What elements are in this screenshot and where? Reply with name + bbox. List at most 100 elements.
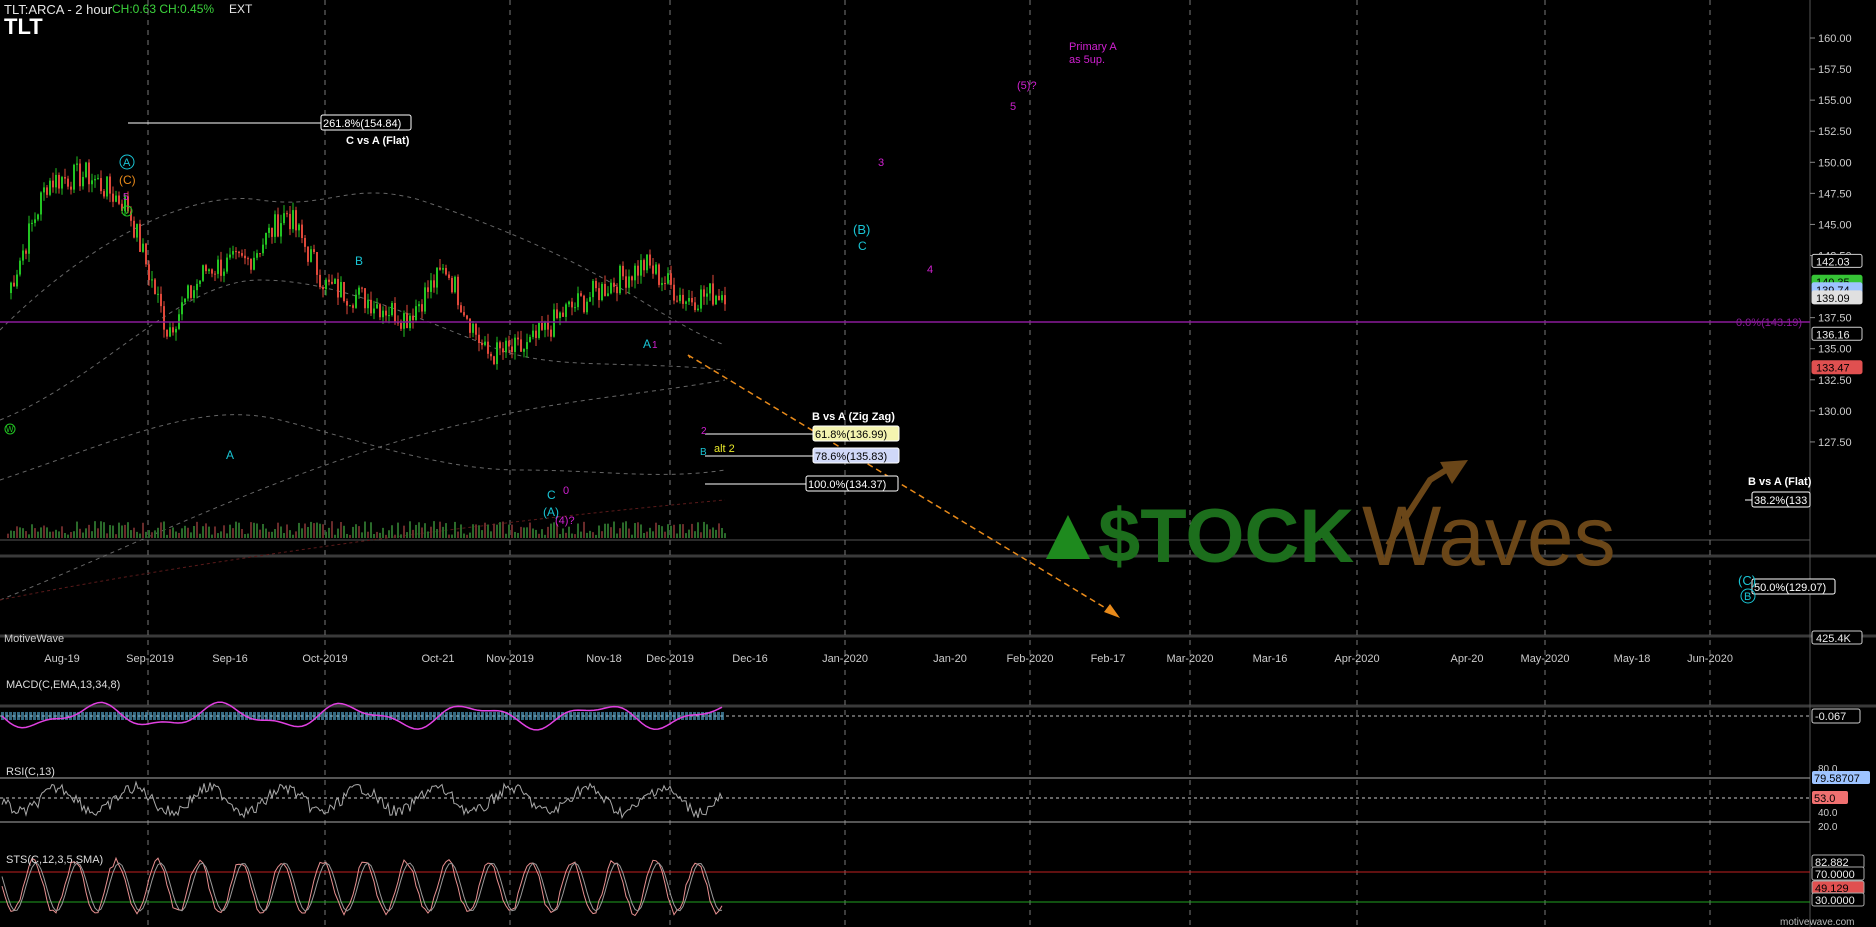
candle-body: [145, 243, 147, 265]
c-vs-a-label: C vs A (Flat): [346, 135, 410, 147]
macd-histogram-bar: [617, 712, 620, 720]
macd-histogram-bar: [485, 712, 488, 720]
candle-body: [232, 251, 234, 255]
candle-body: [256, 253, 258, 258]
price-tick-label: 127.50: [1818, 437, 1852, 449]
macd-histogram-bar: [449, 712, 452, 720]
macd-histogram-bar: [237, 712, 240, 720]
candle-body: [37, 214, 39, 220]
wave-label: C: [547, 488, 556, 502]
wave-label: V: [124, 207, 130, 216]
volume-bar: [334, 534, 336, 538]
volume-bar: [571, 533, 573, 538]
candle-body: [49, 180, 51, 195]
macd-histogram-bar: [9, 712, 12, 720]
candle-body: [202, 265, 204, 281]
candle-body: [451, 277, 453, 293]
fib-786-label: 78.6%(135.83): [815, 451, 887, 463]
macd-histogram-bar: [81, 712, 84, 720]
volume-bar: [424, 523, 426, 538]
volume-bar: [436, 529, 438, 538]
macd-histogram-bar: [609, 712, 612, 720]
volume-bar: [133, 527, 135, 538]
volume-bar: [478, 525, 480, 538]
candle-body: [187, 285, 189, 299]
volume-bar: [520, 526, 522, 538]
primary-a-label-1: Primary A: [1069, 41, 1117, 53]
macd-histogram-bar: [177, 712, 180, 720]
candle-body: [250, 258, 252, 270]
volume-bar: [646, 531, 648, 538]
candle-body: [547, 321, 549, 330]
time-tick-label: Mar-16: [1253, 653, 1288, 665]
macd-histogram-bar: [521, 712, 524, 720]
volume-bar: [667, 524, 669, 538]
volume-bar: [604, 523, 606, 538]
price-chart[interactable]: 160.00 157.50 155.00 152.50 150.00 147.50 145.…: [0, 0, 1876, 927]
volume-bar: [703, 521, 705, 538]
candle-body: [151, 279, 153, 281]
candle-body: [223, 271, 225, 276]
rsi-tick-label: 20.0: [1818, 822, 1838, 833]
volume-bar: [283, 533, 285, 538]
wave-label: 3: [878, 157, 884, 169]
candle-body: [508, 340, 510, 347]
candle-body: [313, 249, 315, 253]
price-tick-label: 155.00: [1818, 95, 1852, 107]
candle-body: [505, 340, 507, 353]
candle-body: [457, 276, 459, 306]
candle-body: [295, 210, 297, 231]
time-tick-label: Sep-2019: [126, 653, 174, 665]
candle-body: [712, 283, 714, 305]
macd-histogram-bar: [525, 712, 528, 720]
volume-bar: [79, 528, 81, 538]
candle-body: [334, 279, 336, 284]
macd-histogram-bar: [613, 712, 616, 720]
time-tick-label: Dec-2019: [646, 653, 694, 665]
volume-bar: [697, 522, 699, 538]
time-tick-label: May-18: [1614, 653, 1651, 665]
candle-body: [607, 293, 609, 296]
macd-histogram-bar: [173, 712, 176, 720]
candle-body: [193, 290, 195, 298]
candle-body: [697, 308, 699, 311]
time-tick-label: Apr-2020: [1334, 653, 1379, 665]
candle-body: [97, 178, 99, 180]
candle-body: [214, 273, 216, 275]
volume-bar: [439, 521, 441, 538]
candle-body: [535, 330, 537, 338]
volume-bar: [541, 529, 543, 538]
candle-body: [358, 287, 360, 295]
macd-histogram-bar: [533, 712, 536, 720]
macd-histogram-bar: [529, 712, 532, 720]
trend-band: [0, 499, 726, 601]
candle-body: [559, 312, 561, 319]
primary-a-label-2: as 5up.: [1069, 54, 1105, 66]
macd-histogram-bar: [289, 712, 292, 720]
volume-bar: [379, 532, 381, 538]
candle-body: [280, 223, 282, 237]
candle-body: [391, 302, 393, 316]
candle-body: [337, 279, 339, 298]
macd-histogram-bar: [141, 712, 144, 720]
candle-body: [613, 282, 615, 287]
projection-arrowhead-icon: [1104, 604, 1120, 618]
wave-label: A: [123, 157, 131, 169]
candle-body: [631, 276, 633, 281]
candle-body: [208, 269, 210, 272]
candle-body: [325, 279, 327, 290]
stoch-label: STS(C,12,3,5,SMA): [6, 854, 103, 866]
macd-histogram-bar: [225, 712, 228, 720]
wave-label: W: [6, 425, 14, 434]
macd-histogram-bar: [333, 712, 336, 720]
candle-body: [565, 304, 567, 317]
rsi-tag-label: 79.58707: [1814, 773, 1860, 785]
macd-histogram-bar: [373, 712, 376, 720]
watermark-triangle-icon: [1046, 515, 1090, 559]
macd-histogram-bar: [37, 712, 40, 720]
candle-body: [229, 254, 231, 258]
candle-body: [91, 180, 93, 185]
candle-body: [400, 322, 402, 329]
candle-body: [493, 356, 495, 365]
candle-body: [388, 315, 390, 317]
